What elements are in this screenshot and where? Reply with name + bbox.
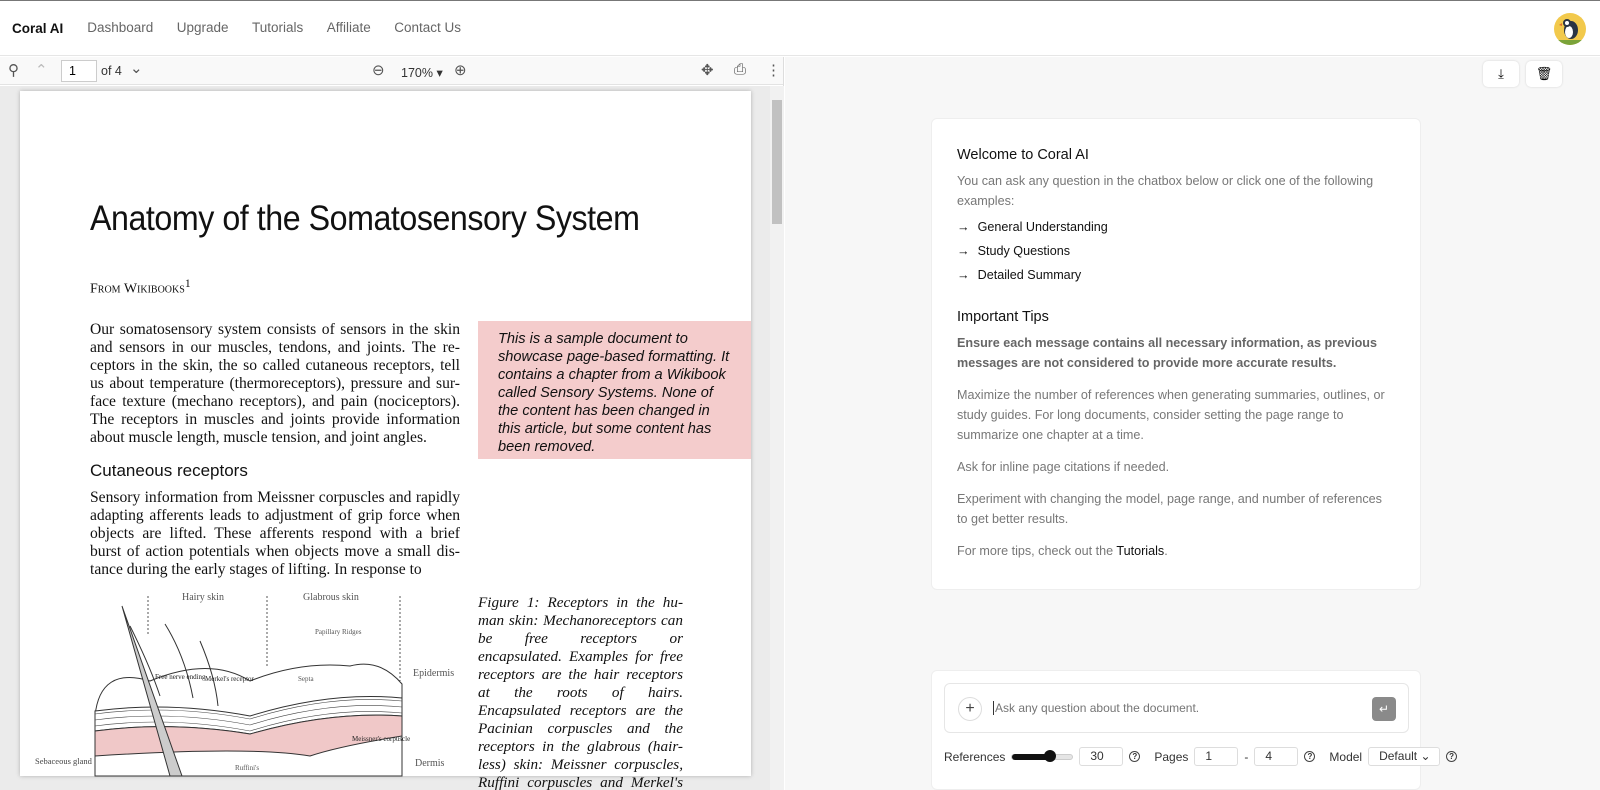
page-count: of 4 [101, 64, 122, 78]
main-nav: Dashboard Upgrade Tutorials Affiliate Co… [87, 19, 480, 37]
page-number-input[interactable] [61, 60, 97, 82]
document-source: From Wikibooks1 [90, 277, 191, 298]
label-glabrous-skin: Glabrous skin [303, 592, 359, 603]
chat-input-container: + ↵ [944, 683, 1409, 733]
section-heading: Cutaneous receptors [90, 461, 248, 480]
welcome-title: Welcome to Coral AI [957, 147, 1089, 163]
figure-caption: Figure 1: Receptors in the hu-man skin: … [478, 594, 683, 790]
document-title: Anatomy of the Somatosensory System [90, 199, 640, 238]
nav-tutorials[interactable]: Tutorials [252, 20, 303, 35]
nav-upgrade[interactable]: Upgrade [177, 20, 229, 35]
welcome-intro: You can ask any question in the chatbox … [957, 174, 1374, 208]
search-icon[interactable]: ⚲ [8, 61, 19, 79]
more-options-icon[interactable]: ⋮ [766, 61, 781, 79]
chat-panel: ⤓ 🗑 Welcome to Coral AI You can ask any … [785, 57, 1600, 790]
sample-note: This is a sample document to showcase pa… [478, 321, 751, 459]
help-icon[interactable]: ? [1446, 751, 1458, 762]
arrow-right-icon: → [957, 220, 970, 234]
model-select[interactable]: Default ⌄ [1368, 747, 1441, 766]
references-slider[interactable] [1011, 749, 1074, 762]
avatar[interactable] [1554, 13, 1586, 45]
label-ruffini: Ruffini's [235, 764, 259, 772]
chevron-down-icon[interactable]: ⌄ [130, 59, 143, 77]
label-dermis: Dermis [415, 758, 445, 769]
tip-5: For more tips, check out the Tutorials. [957, 541, 1395, 561]
delete-button[interactable]: 🗑 [1526, 61, 1562, 87]
tip-4: Experiment with changing the model, page… [957, 492, 1382, 526]
example-label: General Understanding [977, 220, 1108, 234]
zoom-level: 170% [401, 66, 433, 80]
chat-box: + ↵ References 30 ? Pages 1 - 4 ? Model … [931, 670, 1458, 790]
arrow-right-icon: → [957, 268, 970, 282]
help-icon[interactable]: ? [1129, 751, 1141, 762]
enter-icon: ↵ [1378, 702, 1390, 716]
zoom-level-select[interactable]: 170% ▾ [401, 65, 443, 80]
tip-5-end: . [1164, 544, 1168, 558]
tips-title: Important Tips [957, 309, 1049, 325]
label-meissner: Meissner's corpuscle [352, 735, 410, 743]
pan-icon[interactable]: ✥ [701, 61, 714, 79]
page-range-dash: - [1244, 749, 1249, 764]
references-label: References [944, 749, 1006, 764]
brand-logo[interactable]: Coral AI [12, 21, 63, 36]
tip-2: Maximize the number of references when g… [957, 388, 1385, 442]
label-septa: Septa [298, 675, 314, 683]
skin-receptors-figure: Hairy skin Glabrous skin Papillary Ridge… [35, 592, 454, 777]
chat-input[interactable] [993, 701, 1353, 715]
pdf-scrollbar[interactable] [770, 86, 784, 790]
arrow-right-icon: → [957, 244, 970, 258]
chevron-up-icon[interactable]: ⌃ [35, 61, 48, 79]
label-sebaceous: Sebaceous gland [35, 756, 93, 766]
example-detailed-summary[interactable]: → Detailed Summary [957, 265, 1395, 285]
send-button[interactable]: ↵ [1372, 697, 1396, 721]
pdf-toolbar: ⚲ ⌃ of 4 ⌄ ⊖ 170% ▾ ⊕ ✥ ⎙ ⋮ [0, 57, 783, 85]
example-label: Detailed Summary [977, 268, 1082, 282]
chat-options: References 30 ? Pages 1 - 4 ? Model Defa… [944, 747, 1458, 766]
header: Coral AI Dashboard Upgrade Tutorials Aff… [0, 1, 1600, 56]
example-label: Study Questions [977, 244, 1070, 258]
label-papillary-ridges: Papillary Ridges [315, 628, 362, 636]
label-epidermis: Epidermis [413, 668, 454, 679]
section-paragraph: Sensory information from Meissner corpus… [90, 489, 460, 578]
zoom-out-icon[interactable]: ⊖ [372, 61, 385, 79]
example-general-understanding[interactable]: → General Understanding [957, 217, 1395, 237]
pdf-page: Anatomy of the Somatosensory System From… [20, 91, 751, 790]
references-input[interactable]: 30 [1079, 747, 1124, 766]
model-label: Model [1329, 749, 1363, 764]
tip-5-text: For more tips, check out the [957, 544, 1117, 558]
document-canvas: Anatomy of the Somatosensory System From… [0, 86, 770, 790]
welcome-card: Welcome to Coral AI You can ask any ques… [931, 118, 1421, 590]
label-hairy-skin: Hairy skin [182, 592, 224, 603]
help-icon[interactable]: ? [1304, 751, 1316, 762]
source-text: From Wikibooks [90, 281, 185, 297]
label-free-nerve-ending: Free nerve ending [155, 673, 206, 681]
model-value: Default [1379, 749, 1418, 763]
tip-1: Ensure each message contains all necessa… [957, 336, 1377, 370]
label-merkel: Merkel's receptor [205, 675, 255, 683]
trash-icon: 🗑 [1535, 66, 1553, 81]
add-attachment-button[interactable]: + [958, 697, 982, 721]
zoom-in-icon[interactable]: ⊕ [454, 61, 467, 79]
footnote-marker: 1 [184, 277, 191, 290]
download-button[interactable]: ⤓ [1483, 61, 1519, 87]
tip-3: Ask for inline page citations if needed. [957, 460, 1170, 474]
nav-dashboard[interactable]: Dashboard [87, 20, 153, 35]
pdf-viewer: ⚲ ⌃ of 4 ⌄ ⊖ 170% ▾ ⊕ ✥ ⎙ ⋮ Anatomy of t… [0, 57, 784, 790]
slider-thumb[interactable] [1043, 749, 1056, 762]
nav-affiliate[interactable]: Affiliate [327, 20, 371, 35]
intro-paragraph: Our somatosensory system consists of sen… [90, 321, 460, 446]
nav-contact-us[interactable]: Contact Us [394, 20, 461, 35]
tutorials-link[interactable]: Tutorials [1116, 544, 1164, 558]
page-to-input[interactable]: 4 [1254, 747, 1299, 766]
scrollbar-thumb[interactable] [772, 100, 782, 224]
page-from-input[interactable]: 1 [1194, 747, 1239, 766]
download-icon: ⤓ [1498, 66, 1504, 81]
pages-label: Pages [1154, 749, 1189, 764]
example-study-questions[interactable]: → Study Questions [957, 241, 1395, 261]
print-icon[interactable]: ⎙ [734, 61, 746, 78]
